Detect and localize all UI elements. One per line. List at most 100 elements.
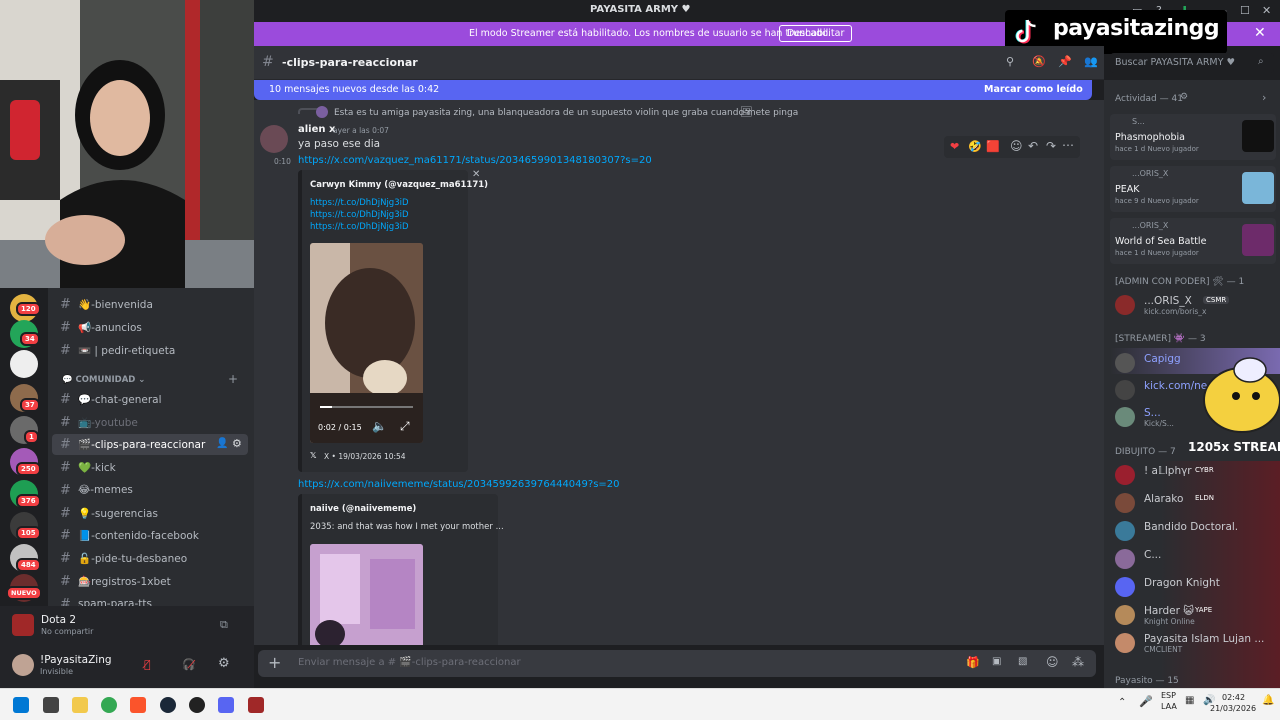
emoji-icon[interactable]: ☺ bbox=[1046, 655, 1059, 669]
embed-close-icon[interactable]: ✕ bbox=[472, 169, 480, 180]
clock-time[interactable]: 02:42 bbox=[1222, 693, 1245, 702]
channel-sugerencias[interactable]: # 💡-sugerencias bbox=[48, 503, 248, 524]
avatar[interactable] bbox=[260, 125, 288, 153]
reply-icon[interactable]: ↶ bbox=[1028, 139, 1038, 153]
gif-icon[interactable]: ▣ bbox=[992, 656, 1001, 667]
threads-icon[interactable]: ⚲ bbox=[1006, 55, 1014, 68]
activity-card[interactable]: S... Phasmophobia hace 1 d Nuevo jugador bbox=[1110, 114, 1276, 160]
channel-clips-para-reaccionar[interactable]: # 🎬-clips-para-reaccionar 👤 ⚙ bbox=[52, 434, 248, 455]
settings-gear-icon[interactable]: ⚙ bbox=[218, 656, 230, 671]
sticker-icon[interactable]: ▧ bbox=[1018, 656, 1027, 667]
server-badge: 105 bbox=[16, 526, 41, 540]
pin-icon[interactable]: 📌 bbox=[1058, 55, 1072, 68]
member-name: Capigg bbox=[1144, 353, 1181, 365]
activity-game: Phasmophobia bbox=[1115, 132, 1185, 143]
channel-kick[interactable]: # 💚-kick bbox=[48, 457, 248, 478]
member-item[interactable]: C... bbox=[1115, 546, 1275, 572]
channel-anuncios[interactable]: # 📢-anuncios bbox=[48, 317, 248, 338]
dota-taskbar-icon[interactable] bbox=[248, 697, 264, 713]
deafen-icon[interactable]: 🎧̸ bbox=[182, 658, 196, 671]
channel-pide-tu-desbaneo[interactable]: # 🔓-pide-tu-desbaneo bbox=[48, 548, 248, 569]
tweet-link[interactable]: https://x.com/vazquez_ma61171/status/203… bbox=[298, 155, 652, 166]
share-screen-icon[interactable]: ⧉ bbox=[220, 618, 228, 632]
language-code[interactable]: ESP bbox=[1161, 691, 1176, 700]
add-reaction-icon[interactable]: ☺ bbox=[1010, 139, 1023, 153]
members-icon[interactable]: 👥 bbox=[1084, 55, 1098, 68]
windows-start-icon[interactable] bbox=[13, 697, 29, 713]
activity-card[interactable]: ...ORIS_X World of Sea Battle hace 1 d N… bbox=[1110, 218, 1276, 264]
notification-icon[interactable]: 🔔 bbox=[1262, 695, 1274, 706]
chevron-right-icon[interactable]: › bbox=[1262, 91, 1266, 104]
apps-icon[interactable]: ⁂ bbox=[1072, 655, 1084, 669]
chrome-icon[interactable] bbox=[101, 697, 117, 713]
embed-link[interactable]: https://t.co/DhDjNjg3iD bbox=[310, 222, 409, 232]
avatar bbox=[1115, 353, 1135, 373]
close-banner-icon[interactable]: ✕ bbox=[1254, 25, 1266, 41]
heart-reaction-icon[interactable]: ❤ bbox=[950, 140, 959, 153]
network-icon[interactable]: ▦ bbox=[1185, 695, 1194, 706]
member-item[interactable]: Dragon Knight bbox=[1115, 574, 1275, 600]
channel-bienvenida[interactable]: # 👋-bienvenida bbox=[48, 294, 248, 315]
member-item[interactable]: ! a𝕃lphγr CYBR bbox=[1115, 462, 1275, 488]
member-item[interactable]: Bandido Doctoral. bbox=[1115, 518, 1275, 544]
embed-link[interactable]: https://t.co/DhDjNjg3iD bbox=[310, 210, 409, 220]
channel-youtube[interactable]: # 📺-youtube bbox=[48, 412, 248, 433]
disable-streamer-button[interactable]: Deshabilitar bbox=[779, 25, 853, 42]
discord-icon[interactable] bbox=[218, 697, 234, 713]
channel-pedir-etiqueta[interactable]: # 📼 | pedir-etiqueta bbox=[48, 340, 248, 361]
mic-icon[interactable]: 🎤 bbox=[1139, 695, 1153, 708]
activity-gear-icon[interactable]: ⚙ bbox=[1180, 92, 1188, 102]
custom-reaction-icon[interactable]: 🟥 bbox=[986, 140, 1000, 153]
member-item[interactable]: Payasita Islam Lujan ... CMCLIENT bbox=[1115, 630, 1275, 656]
gear-icon[interactable]: ⚙ bbox=[232, 437, 242, 450]
embed-image[interactable] bbox=[310, 544, 423, 645]
channel-memes[interactable]: # 😂-memes bbox=[48, 480, 248, 501]
server-icon[interactable] bbox=[10, 350, 38, 378]
member-item[interactable]: ...ORIS_X CSMR kick.com/boris_x bbox=[1115, 292, 1275, 318]
steam-icon[interactable] bbox=[160, 697, 176, 713]
fullscreen-icon[interactable]: ⤢ bbox=[400, 419, 410, 434]
invite-icon[interactable]: 👤 bbox=[216, 438, 228, 449]
close-icon[interactable]: ✕ bbox=[1262, 4, 1271, 17]
video-player[interactable]: 0:02 / 0:15 🔈 ⤢ bbox=[310, 243, 423, 443]
laugh-reaction-icon[interactable]: 🤣 bbox=[968, 140, 982, 153]
obs-icon[interactable] bbox=[189, 697, 205, 713]
attach-icon[interactable]: + bbox=[268, 653, 281, 672]
channel-spam-para-tts[interactable]: # spam-para-tts bbox=[48, 594, 248, 606]
member-item[interactable]: Alarako ELDN bbox=[1115, 490, 1275, 516]
embed-author[interactable]: Carwyn Kimmy (@vazquez_ma61171) bbox=[310, 180, 488, 190]
channel-chat-general[interactable]: # 💬-chat-general bbox=[48, 389, 248, 410]
gift-icon[interactable]: 🎁 bbox=[966, 656, 980, 669]
add-channel-icon[interactable]: + bbox=[228, 372, 238, 386]
notifications-icon[interactable]: 🔕 bbox=[1032, 55, 1046, 68]
member-sub: kick.com/boris_x bbox=[1144, 307, 1207, 316]
mark-read-button[interactable]: Marcar como leído bbox=[984, 84, 1083, 95]
mute-mic-icon[interactable]: 🎙̸ bbox=[144, 658, 151, 671]
message-author[interactable]: alien x bbox=[298, 124, 335, 135]
forward-icon[interactable]: ↷ bbox=[1046, 139, 1056, 153]
message-input[interactable]: + Enviar mensaje a # 🎬-clips-para-reacci… bbox=[258, 650, 1096, 677]
task-view-icon[interactable] bbox=[43, 697, 59, 713]
more-icon[interactable]: ⋯ bbox=[1062, 138, 1074, 152]
avatar[interactable] bbox=[12, 654, 34, 676]
tweet-link[interactable]: https://x.com/naiivememe/status/20345992… bbox=[298, 479, 620, 490]
category-comunidad[interactable]: 💬 COMUNIDAD ⌄ bbox=[62, 375, 145, 385]
channel-registros-1xbet[interactable]: # 🎰registros-1xbet bbox=[48, 571, 248, 592]
member-item[interactable]: Harder 😺 YAPE Knight Online bbox=[1115, 602, 1275, 628]
brave-icon[interactable] bbox=[130, 697, 146, 713]
embed-link[interactable]: https://t.co/DhDjNjg3iD bbox=[310, 198, 409, 208]
file-explorer-icon[interactable] bbox=[72, 697, 88, 713]
embed-author[interactable]: naiive (@naiivememe) bbox=[310, 504, 416, 514]
username[interactable]: !PayasitaZing bbox=[40, 654, 112, 666]
video-progress[interactable] bbox=[320, 406, 413, 408]
reply-preview[interactable]: Esta es tu amiga payasita zing, una blan… bbox=[334, 108, 798, 118]
volume-icon[interactable]: 🔈 bbox=[372, 419, 387, 433]
hash-icon: # bbox=[60, 574, 71, 589]
new-messages-bar[interactable]: 10 mensajes nuevos desde las 0:42 Marcar… bbox=[254, 80, 1092, 100]
search-input[interactable]: Buscar PAYASITA ARMY ♥ ⌕ bbox=[1110, 53, 1274, 73]
chevron-up-icon[interactable]: ⌃ bbox=[1118, 697, 1126, 708]
activity-card[interactable]: ...ORIS_X PEAK hace 9 d Nuevo jugador bbox=[1110, 166, 1276, 212]
channel-list: # 👋-bienvenida # 📢-anuncios # 📼 | pedir-eti… bbox=[48, 288, 254, 606]
channel-contenido-facebook[interactable]: # 📘-contenido-facebook bbox=[48, 525, 248, 546]
maximize-icon[interactable]: ☐ bbox=[1240, 4, 1250, 17]
